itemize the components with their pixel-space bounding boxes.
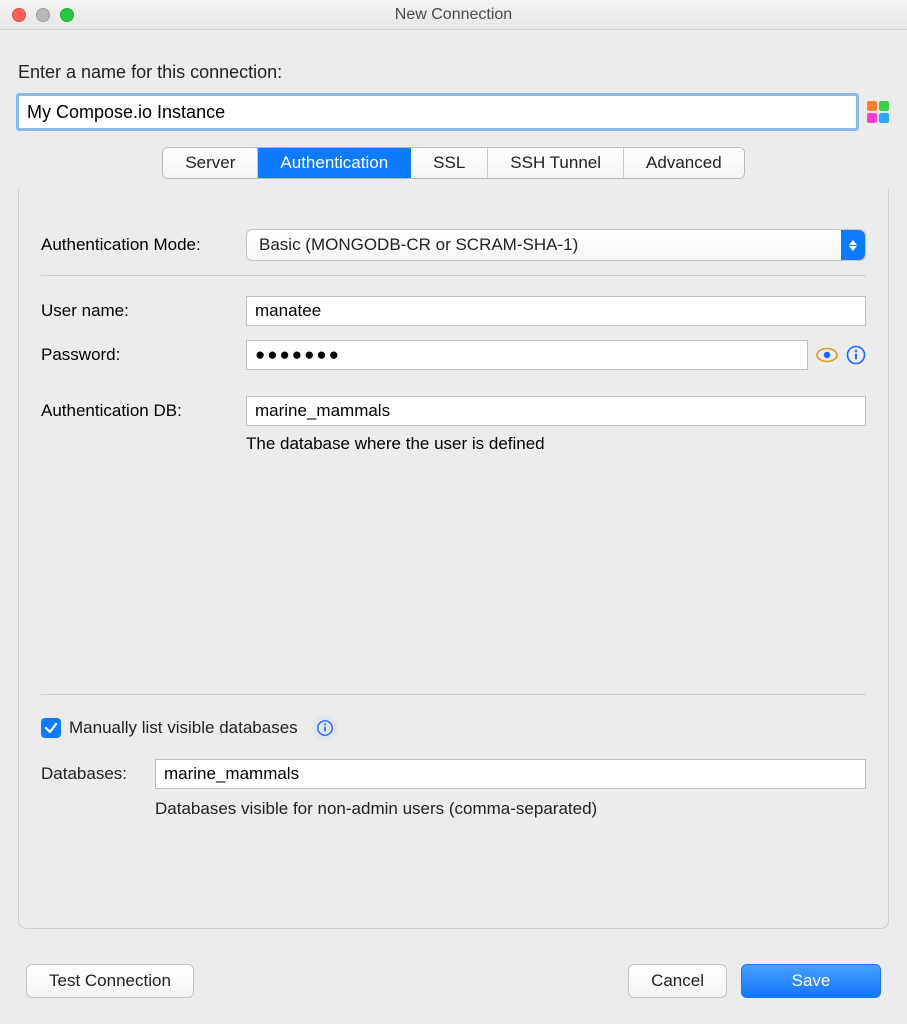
password-info-icon[interactable]	[846, 345, 866, 365]
password-label: Password:	[41, 345, 246, 365]
titlebar: New Connection	[0, 0, 907, 30]
window-title: New Connection	[0, 6, 907, 24]
tabs: Server Authentication SSL SSH Tunnel Adv…	[162, 147, 744, 179]
username-input[interactable]	[246, 296, 866, 326]
divider	[41, 275, 866, 276]
chevron-up-down-icon	[841, 230, 865, 260]
username-label: User name:	[41, 301, 246, 321]
tab-ssl[interactable]: SSL	[411, 148, 488, 178]
divider	[41, 694, 866, 695]
save-button[interactable]: Save	[741, 964, 881, 998]
auth-mode-value: Basic (MONGODB-CR or SCRAM-SHA-1)	[259, 235, 578, 255]
databases-label: Databases:	[41, 764, 141, 784]
reveal-password-icon[interactable]	[816, 347, 838, 363]
connection-name-section: Enter a name for this connection: Server…	[0, 30, 907, 189]
authentication-panel: Authentication Mode: Basic (MONGODB-CR o…	[18, 189, 889, 929]
tabs-container: Server Authentication SSL SSH Tunnel Adv…	[18, 147, 889, 179]
manual-db-checkbox-label: Manually list visible databases	[69, 718, 298, 738]
test-connection-button[interactable]: Test Connection	[26, 964, 194, 998]
connection-name-input[interactable]	[18, 95, 857, 129]
tab-authentication[interactable]: Authentication	[258, 148, 411, 178]
authdb-help-text: The database where the user is defined	[246, 434, 866, 454]
connection-name-prompt: Enter a name for this connection:	[18, 62, 889, 83]
auth-mode-label: Authentication Mode:	[41, 235, 246, 255]
cancel-button[interactable]: Cancel	[628, 964, 727, 998]
manual-db-checkbox[interactable]	[41, 718, 61, 738]
password-input[interactable]	[246, 340, 808, 370]
authdb-input[interactable]	[246, 396, 866, 426]
dialog-footer: Test Connection Cancel Save	[0, 964, 907, 1024]
databases-input[interactable]	[155, 759, 866, 789]
connection-color-icon[interactable]	[867, 101, 889, 123]
databases-help-text: Databases visible for non-admin users (c…	[155, 799, 866, 819]
tab-advanced[interactable]: Advanced	[624, 148, 744, 178]
manual-db-info-icon[interactable]	[312, 715, 338, 741]
tab-server[interactable]: Server	[163, 148, 258, 178]
tab-ssh-tunnel[interactable]: SSH Tunnel	[488, 148, 624, 178]
authdb-label: Authentication DB:	[41, 401, 246, 421]
auth-mode-select[interactable]: Basic (MONGODB-CR or SCRAM-SHA-1)	[246, 229, 866, 261]
